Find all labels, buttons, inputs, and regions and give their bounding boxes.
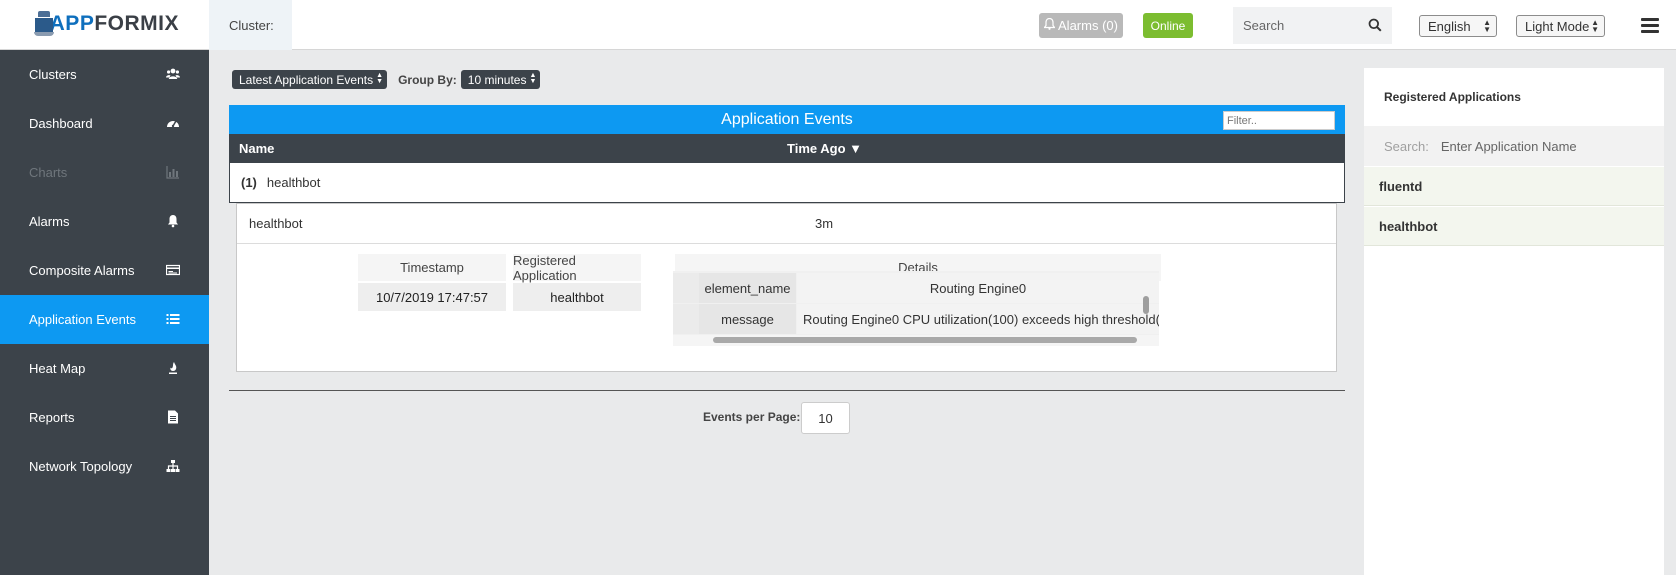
document-icon xyxy=(166,410,180,424)
registered-applications-panel: Registered Applications Search: fluentd … xyxy=(1364,68,1664,575)
menu-icon[interactable] xyxy=(1641,18,1659,33)
timestamp-value: 10/7/2019 17:47:57 xyxy=(358,283,506,311)
column-name[interactable]: Name xyxy=(239,141,274,156)
select-arrows-icon: ▲ ▼ xyxy=(529,72,537,85)
sidebar-item-label: Composite Alarms xyxy=(29,263,135,278)
sidebar-item-label: Dashboard xyxy=(29,116,93,131)
sidebar-item-composite-alarms[interactable]: Composite Alarms xyxy=(0,246,209,295)
bar-chart-icon xyxy=(166,165,180,179)
group-count: (1) xyxy=(241,175,257,190)
card-icon xyxy=(165,263,181,277)
sidebar-item-charts: Charts xyxy=(0,148,209,197)
top-header: APPFORMIX Cluster: Alarms (0) Online Eng… xyxy=(0,0,1676,50)
select-arrows-icon: ▲ ▼ xyxy=(376,72,384,85)
events-controls: Latest Application Events ▲ ▼ Group By: 1… xyxy=(232,70,541,89)
events-per-page-label: Events per Page: xyxy=(703,410,801,424)
column-time-ago[interactable]: Time Ago ▼ xyxy=(787,141,862,156)
theme-value: Light Mode xyxy=(1525,18,1590,34)
bell-icon xyxy=(166,214,180,228)
details-value: Routing Engine0 xyxy=(797,273,1159,303)
table-row[interactable]: healthbot 3m xyxy=(237,204,1336,244)
event-name: healthbot xyxy=(249,216,303,231)
list-icon xyxy=(166,312,180,326)
details-value: Routing Engine0 CPU utilization(100) exc… xyxy=(797,304,1159,334)
group-by-label: Group By: xyxy=(398,72,457,87)
sidebar-item-label: Clusters xyxy=(29,67,77,82)
details-horizontal-scrollbar[interactable] xyxy=(713,337,1137,343)
event-view-value: Latest Application Events xyxy=(239,72,374,87)
sidebar-item-label: Application Events xyxy=(29,312,136,327)
appformix-logo[interactable]: APPFORMIX xyxy=(34,9,179,39)
list-item[interactable]: fluentd xyxy=(1364,167,1664,206)
details-row: message Routing Engine0 CPU utilization(… xyxy=(673,304,1159,334)
sidebar-item-reports[interactable]: Reports xyxy=(0,393,209,442)
alarms-label: Alarms (0) xyxy=(1058,18,1118,33)
sidebar-item-network-topology[interactable]: Network Topology xyxy=(0,442,209,491)
group-by-value: 10 minutes xyxy=(467,72,527,87)
dashboard-icon xyxy=(166,116,180,130)
event-time-ago: 3m xyxy=(815,216,834,231)
language-select[interactable]: English ▲ ▼ xyxy=(1419,15,1497,37)
registered-application-value: healthbot xyxy=(513,283,641,311)
sidebar-item-dashboard[interactable]: Dashboard xyxy=(0,99,209,148)
details-key: element_name xyxy=(699,273,796,303)
search-icon[interactable] xyxy=(1368,18,1382,32)
details-key: message xyxy=(699,304,796,334)
sidebar-item-label: Alarms xyxy=(29,214,70,229)
group-name: healthbot xyxy=(266,175,321,190)
application-search-label: Search: xyxy=(1384,138,1429,154)
sidebar-item-label: Reports xyxy=(29,410,75,425)
application-events-title: Application Events xyxy=(229,105,1345,134)
sidebar-item-clusters[interactable]: Clusters xyxy=(0,50,209,99)
select-arrows-icon: ▲ ▼ xyxy=(1591,18,1599,34)
logo-icon xyxy=(34,11,54,37)
details-row: element_name Routing Engine0 xyxy=(673,273,1159,303)
event-view-select[interactable]: Latest Application Events ▲ ▼ xyxy=(232,70,388,89)
logo-text-app: APP xyxy=(49,12,95,35)
registered-application-header: Registered Application xyxy=(513,253,641,283)
sitemap-icon xyxy=(166,459,180,473)
events-table-header: Name Time Ago ▼ xyxy=(229,134,1345,163)
cluster-selector[interactable]: Cluster: xyxy=(209,0,292,50)
theme-select[interactable]: Light Mode ▲ ▼ xyxy=(1516,15,1605,37)
list-item[interactable]: healthbot xyxy=(1364,207,1664,246)
group-by-select[interactable]: 10 minutes ▲ ▼ xyxy=(460,70,541,89)
events-per-page-input[interactable]: 10 xyxy=(801,402,850,434)
sidebar-item-label: Heat Map xyxy=(29,361,86,376)
online-status-badge[interactable]: Online xyxy=(1143,13,1193,38)
select-arrows-icon: ▲ ▼ xyxy=(1483,18,1491,34)
sidebar-item-application-events[interactable]: Application Events xyxy=(0,295,209,344)
application-search-input[interactable] xyxy=(1440,138,1641,154)
details-table: element_name Routing Engine0 message Rou… xyxy=(673,271,1159,337)
details-vertical-scrollbar[interactable] xyxy=(1143,296,1149,314)
sidebar: Clusters Dashboard Charts Alarms Composi… xyxy=(0,50,209,575)
logo-text-formix: FORMIX xyxy=(94,12,179,35)
filter-input[interactable] xyxy=(1223,111,1335,130)
application-search: Search: xyxy=(1364,126,1664,166)
sidebar-item-alarms[interactable]: Alarms xyxy=(0,197,209,246)
timestamp-header: Timestamp xyxy=(358,254,506,281)
table-divider xyxy=(229,390,1345,391)
sidebar-item-heat-map[interactable]: Heat Map xyxy=(0,344,209,393)
alarms-button[interactable]: Alarms (0) xyxy=(1039,13,1123,38)
registered-applications-title: Registered Applications xyxy=(1384,90,1521,104)
search-input[interactable] xyxy=(1243,18,1358,33)
users-icon xyxy=(166,67,180,81)
fire-icon xyxy=(166,361,180,375)
global-search xyxy=(1233,7,1392,44)
sidebar-item-label: Network Topology xyxy=(29,459,133,474)
bell-icon xyxy=(1043,17,1056,33)
event-group-row[interactable]: (1) healthbot xyxy=(229,163,1345,203)
sidebar-item-label: Charts xyxy=(29,165,68,180)
language-value: English xyxy=(1428,18,1471,34)
